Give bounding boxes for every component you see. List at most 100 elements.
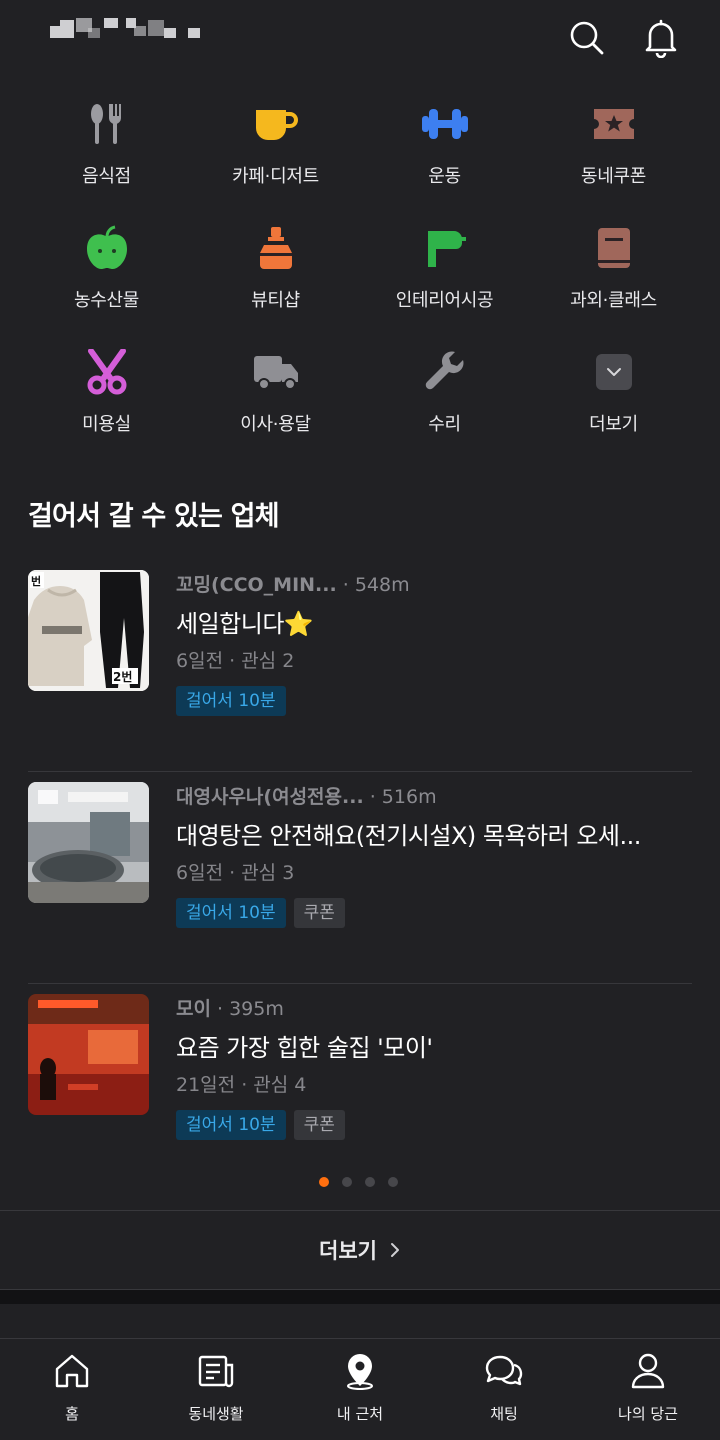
scissors-icon bbox=[79, 344, 135, 400]
category-label: 뷰티샵 bbox=[251, 290, 300, 311]
category-more[interactable]: 더보기 bbox=[529, 344, 698, 444]
category-grid: 음식점 카페·디저트 운동 동네쿠폰 농수산물 뷰티샵 인테리어시공 과외·클래… bbox=[22, 96, 698, 444]
store-info: 모이 · 395m 요즘 가장 힙한 술집 '모이' 21일전 · 관심 4 걸… bbox=[176, 994, 692, 1140]
store-name: 꼬밍(CCO_MIN... bbox=[176, 574, 337, 596]
person-icon bbox=[628, 1351, 668, 1391]
tab-my-carrot[interactable]: 나의 당근 bbox=[576, 1339, 720, 1440]
store-card[interactable]: 모이 · 395m 요즘 가장 힙한 술집 '모이' 21일전 · 관심 4 걸… bbox=[28, 984, 692, 1196]
see-more-button[interactable]: 더보기 bbox=[0, 1210, 720, 1290]
paint-roller-icon bbox=[417, 220, 473, 276]
thumbnail-number-label: 번 bbox=[31, 574, 41, 588]
store-thumbnail bbox=[28, 994, 149, 1115]
thumbnail-number-label: 2번 bbox=[113, 669, 132, 684]
store-name: 모이 bbox=[176, 998, 211, 1020]
category-label: 과외·클래스 bbox=[570, 290, 657, 311]
search-icon[interactable] bbox=[565, 16, 609, 60]
section-divider bbox=[0, 1290, 720, 1304]
dumbbell-icon bbox=[417, 96, 473, 152]
map-pin-icon bbox=[340, 1351, 380, 1391]
category-interior[interactable]: 인테리어시공 bbox=[360, 220, 529, 320]
home-icon bbox=[52, 1351, 92, 1391]
store-card[interactable]: 대영사우나(여성전용... · 516m 대영탕은 안전해요(전기시설X) 목욕… bbox=[28, 772, 692, 984]
category-label: 이사·용달 bbox=[240, 414, 311, 435]
store-post-title: 세일합니다⭐ bbox=[176, 610, 314, 638]
chat-bubbles-icon bbox=[484, 1351, 524, 1391]
top-bar bbox=[0, 0, 720, 80]
ticket-icon bbox=[586, 96, 642, 152]
chevron-right-icon bbox=[389, 1241, 401, 1259]
store-meta: 모이 · 395m bbox=[176, 994, 692, 1024]
store-post-meta: 6일전 · 관심 2 bbox=[176, 646, 692, 676]
wrench-icon bbox=[417, 344, 473, 400]
store-thumbnail bbox=[28, 782, 149, 903]
post-time: 6일전 bbox=[176, 650, 224, 672]
store-badges: 걸어서 10분 쿠폰 bbox=[176, 1110, 692, 1140]
category-class[interactable]: 과외·클래스 bbox=[529, 220, 698, 320]
tab-nearby[interactable]: 내 근처 bbox=[288, 1339, 432, 1440]
category-beauty[interactable]: 뷰티샵 bbox=[191, 220, 360, 320]
perfume-icon bbox=[248, 220, 304, 276]
store-thumbnail: 번 2번 bbox=[28, 570, 149, 691]
section-title: 걸어서 갈 수 있는 업체 bbox=[28, 501, 280, 532]
tab-home[interactable]: 홈 bbox=[0, 1339, 144, 1440]
category-label: 더보기 bbox=[589, 414, 638, 435]
post-time: 6일전 bbox=[176, 862, 224, 884]
tab-community[interactable]: 동네생활 bbox=[144, 1339, 288, 1440]
tab-label: 내 근처 bbox=[336, 1405, 384, 1423]
store-post-meta: 6일전 · 관심 3 bbox=[176, 858, 692, 888]
store-post-meta: 21일전 · 관심 4 bbox=[176, 1070, 692, 1100]
newspaper-icon bbox=[196, 1351, 236, 1391]
category-label: 수리 bbox=[428, 414, 461, 435]
truck-icon bbox=[248, 344, 304, 400]
store-post-title: 요즘 가장 힙한 술집 '모이' bbox=[176, 1034, 433, 1062]
tab-label: 채팅 bbox=[490, 1405, 518, 1423]
category-label: 농수산물 bbox=[73, 290, 140, 311]
store-post-title: 대영탕은 안전해요(전기시설X) 목욕하러 오세... bbox=[176, 822, 641, 850]
pager-dot[interactable] bbox=[388, 1177, 398, 1187]
category-label: 운동 bbox=[428, 166, 461, 187]
bell-icon[interactable] bbox=[639, 16, 683, 60]
tab-label: 홈 bbox=[65, 1405, 79, 1423]
pager-dot-active[interactable] bbox=[319, 1177, 329, 1187]
post-interest: · 관심 4 bbox=[241, 1074, 307, 1096]
book-icon bbox=[586, 220, 642, 276]
category-coupon[interactable]: 동네쿠폰 bbox=[529, 96, 698, 196]
see-more-label: 더보기 bbox=[319, 1239, 377, 1263]
pager-dot[interactable] bbox=[365, 1177, 375, 1187]
category-label: 동네쿠폰 bbox=[580, 166, 647, 187]
category-repair[interactable]: 수리 bbox=[360, 344, 529, 444]
category-label: 인테리어시공 bbox=[395, 290, 494, 311]
category-label: 음식점 bbox=[82, 166, 131, 187]
tab-label: 나의 당근 bbox=[618, 1405, 678, 1423]
coupon-badge: 쿠폰 bbox=[293, 1110, 345, 1140]
category-produce[interactable]: 농수산물 bbox=[22, 220, 191, 320]
fork-knife-icon bbox=[79, 96, 135, 152]
tab-chat[interactable]: 채팅 bbox=[432, 1339, 576, 1440]
store-name: 대영사우나(여성전용... bbox=[176, 786, 364, 808]
store-meta: 꼬밍(CCO_MIN... · 548m bbox=[176, 570, 692, 600]
pager-dots bbox=[319, 1177, 398, 1187]
post-interest: · 관심 2 bbox=[229, 650, 295, 672]
store-distance: · 516m bbox=[369, 786, 437, 808]
coupon-badge: 쿠폰 bbox=[293, 898, 345, 928]
category-moving[interactable]: 이사·용달 bbox=[191, 344, 360, 444]
store-distance: · 548m bbox=[342, 574, 410, 596]
pager-dot[interactable] bbox=[342, 1177, 352, 1187]
walk-time-badge: 걸어서 10분 bbox=[176, 1110, 286, 1140]
category-hair-salon[interactable]: 미용실 bbox=[22, 344, 191, 444]
category-exercise[interactable]: 운동 bbox=[360, 96, 529, 196]
category-restaurant[interactable]: 음식점 bbox=[22, 96, 191, 196]
store-distance: · 395m bbox=[217, 998, 284, 1020]
store-list: 번 2번 꼬밍(CCO_MIN... · 548m 세일합니다⭐ 6일전 · 관… bbox=[28, 560, 692, 1196]
store-info: 대영사우나(여성전용... · 516m 대영탕은 안전해요(전기시설X) 목욕… bbox=[176, 782, 692, 928]
walk-time-badge: 걸어서 10분 bbox=[176, 686, 286, 716]
store-badges: 걸어서 10분 쿠폰 bbox=[176, 898, 692, 928]
store-card[interactable]: 번 2번 꼬밍(CCO_MIN... · 548m 세일합니다⭐ 6일전 · 관… bbox=[28, 560, 692, 772]
store-info: 꼬밍(CCO_MIN... · 548m 세일합니다⭐ 6일전 · 관심 2 걸… bbox=[176, 570, 692, 716]
walk-time-badge: 걸어서 10분 bbox=[176, 898, 286, 928]
store-badges: 걸어서 10분 bbox=[176, 686, 692, 716]
category-cafe[interactable]: 카페·디저트 bbox=[191, 96, 360, 196]
tab-label: 동네생활 bbox=[188, 1405, 244, 1423]
blurred-location-title[interactable] bbox=[48, 14, 208, 44]
bottom-tab-bar: 홈 동네생활 내 근처 채팅 나의 당근 bbox=[0, 1338, 720, 1440]
